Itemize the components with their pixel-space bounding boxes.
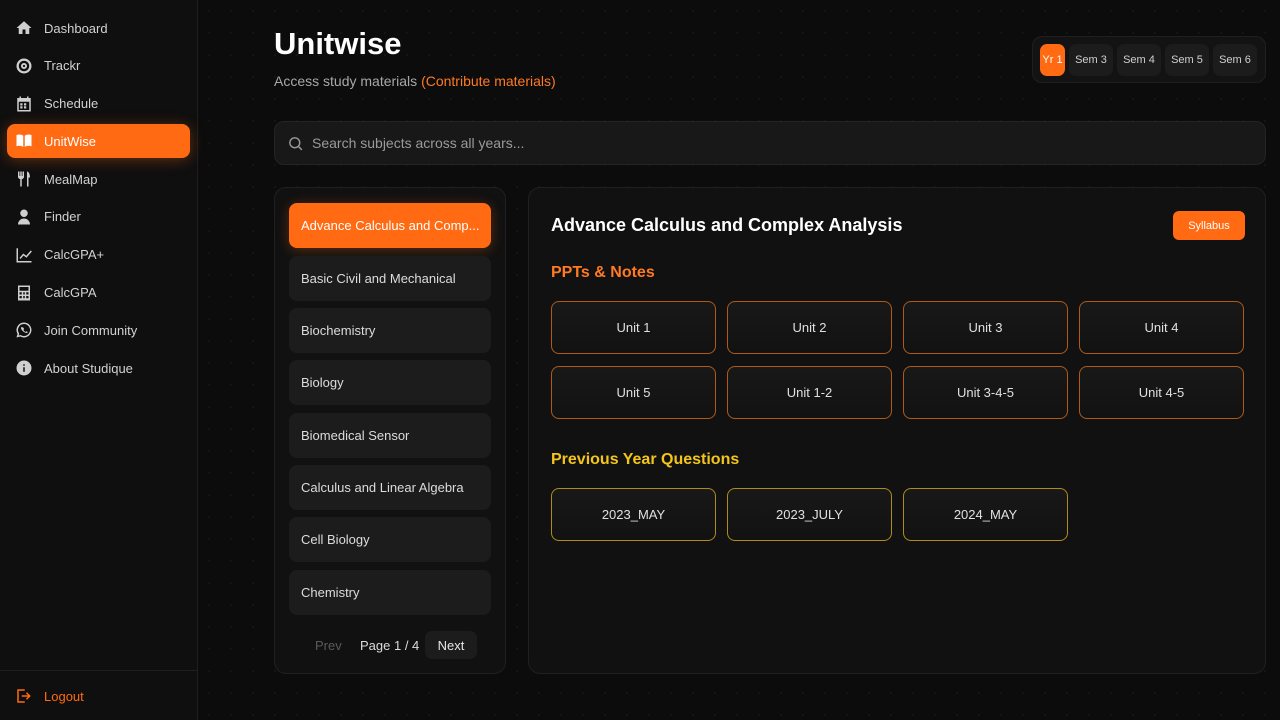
page-title: Unitwise	[274, 26, 402, 61]
sidebar-item-join-community[interactable]: Join Community	[7, 313, 190, 347]
subject-detail-panel: Advance Calculus and Complex Analysis Sy…	[528, 187, 1266, 674]
tab-sem-6[interactable]: Sem 6	[1213, 43, 1257, 76]
pyq-button-2023-may[interactable]: 2023_MAY	[551, 488, 716, 541]
semester-selector: Yr 1 Sem 3 Sem 4 Sem 5 Sem 6	[1032, 36, 1266, 83]
search-icon	[289, 136, 303, 150]
utensils-icon	[15, 170, 33, 188]
tab-sem-4[interactable]: Sem 4	[1117, 43, 1161, 76]
tab-sem-3[interactable]: Sem 3	[1069, 43, 1113, 76]
sidebar-item-label: Join Community	[44, 322, 138, 338]
subject-item-biomedical-sensor[interactable]: Biomedical Sensor	[289, 412, 491, 458]
unit-button-5[interactable]: Unit 5	[551, 366, 716, 419]
prev-button[interactable]: Prev	[315, 638, 342, 653]
unit-button-1-2[interactable]: Unit 1-2	[727, 366, 892, 419]
unit-button-3-4-5[interactable]: Unit 3-4-5	[903, 366, 1068, 419]
sidebar-item-label: Trackr	[44, 58, 81, 74]
calendar-icon	[15, 95, 33, 113]
subtitle-text: Access study materials	[274, 73, 418, 89]
sidebar-item-schedule[interactable]: Schedule	[7, 87, 190, 121]
notes-heading: PPTs & Notes	[551, 264, 655, 281]
sidebar-item-label: CalcGPA	[44, 285, 97, 301]
search-bar	[274, 121, 1266, 165]
home-icon	[15, 19, 33, 37]
sidebar-item-unitwise[interactable]: UnitWise	[7, 124, 190, 159]
sidebar-item-calcgpa-plus[interactable]: CalcGPA+	[7, 238, 190, 272]
sidebar-item-label: Dashboard	[44, 20, 108, 36]
subject-item-basic-civil[interactable]: Basic Civil and Mechanical	[289, 255, 491, 301]
tab-yr-1[interactable]: Yr 1	[1040, 43, 1065, 76]
user-icon	[15, 208, 33, 226]
logout-icon	[17, 689, 31, 703]
sidebar-item-label: Schedule	[44, 96, 99, 112]
logout-button[interactable]: Logout	[15, 687, 84, 705]
pyq-heading: Previous Year Questions	[551, 451, 740, 468]
whatsapp-icon	[15, 321, 33, 339]
pagination: Prev Page 1 / 4 Next	[275, 631, 507, 659]
unit-button-1[interactable]: Unit 1	[551, 301, 716, 354]
sidebar-item-calcgpa[interactable]: CalcGPA	[7, 276, 190, 310]
sidebar-item-label: About Studique	[44, 360, 133, 376]
sidebar-item-label: CalcGPA+	[44, 247, 105, 263]
tab-sem-5[interactable]: Sem 5	[1165, 43, 1209, 76]
subject-title: Advance Calculus and Complex Analysis	[551, 215, 903, 235]
unit-button-4[interactable]: Unit 4	[1079, 301, 1244, 354]
calculator-icon	[15, 284, 33, 302]
search-input[interactable]	[312, 135, 1212, 151]
info-icon	[15, 359, 33, 377]
sidebar: Dashboard Trackr Schedule UnitWise MealM…	[0, 0, 198, 720]
target-icon	[15, 57, 33, 75]
subject-item-advance-calculus[interactable]: Advance Calculus and Comp...	[289, 203, 491, 248]
logout-label: Logout	[44, 688, 84, 704]
subject-item-biology[interactable]: Biology	[289, 360, 491, 405]
book-icon	[15, 132, 33, 150]
sidebar-footer: Logout	[0, 670, 198, 720]
subject-item-cell-biology[interactable]: Cell Biology	[289, 517, 491, 562]
unit-button-4-5[interactable]: Unit 4-5	[1079, 366, 1244, 419]
sidebar-item-label: MealMap	[44, 171, 98, 187]
pyq-button-2024-may[interactable]: 2024_MAY	[903, 488, 1068, 541]
sidebar-item-dashboard[interactable]: Dashboard	[7, 11, 190, 45]
sidebar-item-finder[interactable]: Finder	[7, 200, 190, 234]
subject-item-calculus-linear-algebra[interactable]: Calculus and Linear Algebra	[289, 465, 491, 510]
page-indicator: Page 1 / 4	[360, 638, 420, 653]
contribute-link[interactable]: (Contribute materials)	[421, 73, 556, 89]
syllabus-button[interactable]: Syllabus	[1173, 211, 1245, 240]
page-subtitle: Access study materials (Contribute mater…	[274, 73, 556, 89]
subject-list-panel: Advance Calculus and Comp... Basic Civil…	[274, 187, 506, 674]
unit-button-2[interactable]: Unit 2	[727, 301, 892, 354]
sidebar-nav: Dashboard Trackr Schedule UnitWise MealM…	[0, 11, 198, 389]
subject-item-chemistry[interactable]: Chemistry	[289, 569, 491, 615]
sidebar-item-about[interactable]: About Studique	[7, 351, 190, 385]
subject-item-biochemistry[interactable]: Biochemistry	[289, 308, 491, 353]
sidebar-item-label: UnitWise	[44, 133, 97, 149]
sidebar-item-label: Finder	[44, 209, 81, 225]
pyq-button-2023-july[interactable]: 2023_JULY	[727, 488, 892, 541]
chart-line-icon	[15, 246, 33, 264]
unit-button-3[interactable]: Unit 3	[903, 301, 1068, 354]
next-button[interactable]: Next	[425, 631, 477, 659]
sidebar-item-mealmap[interactable]: MealMap	[7, 162, 190, 196]
sidebar-item-trackr[interactable]: Trackr	[7, 49, 190, 83]
